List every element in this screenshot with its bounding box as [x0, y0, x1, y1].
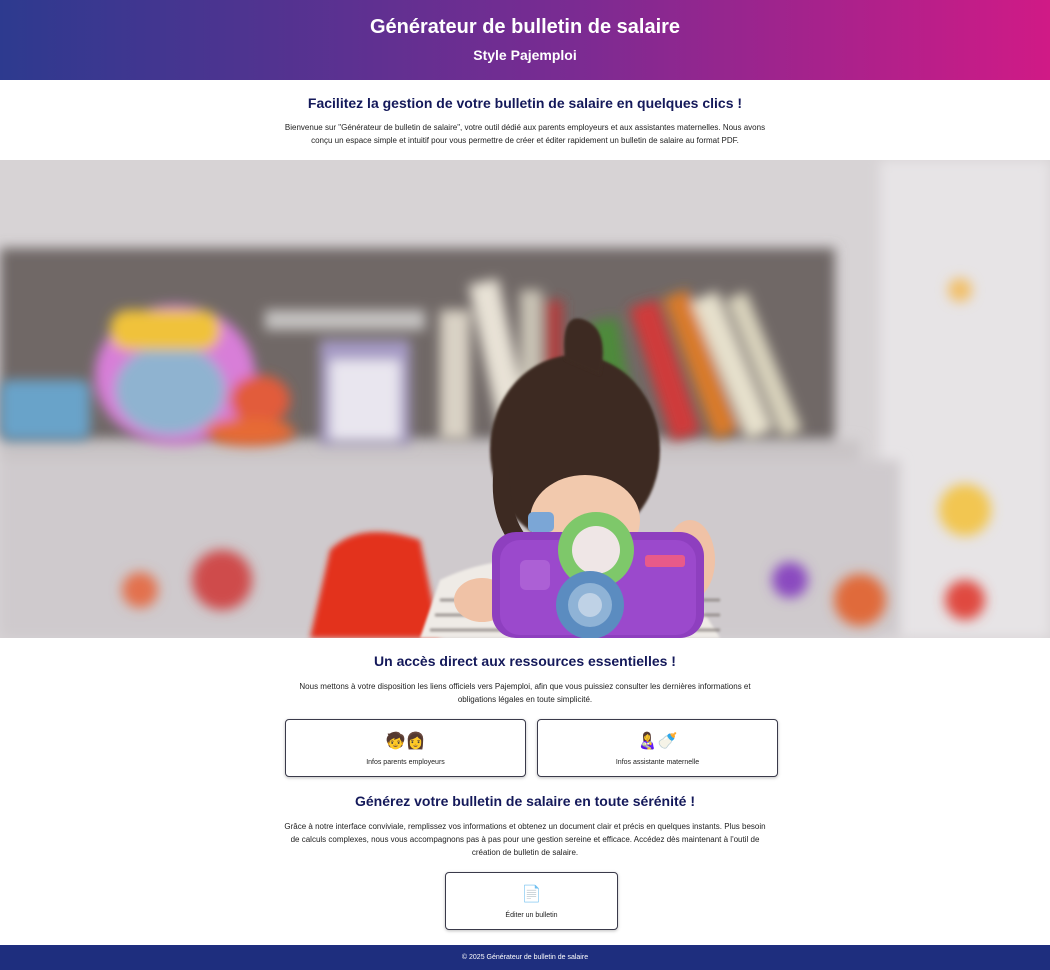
generate-text: Grâce à notre interface conviviale, remp… [284, 822, 766, 857]
childminder-icon: 👩‍🍼🍼 [637, 733, 678, 750]
generate-title: Générez votre bulletin de salaire en tou… [355, 793, 695, 809]
resources-title: Un accès direct aux ressources essentiel… [374, 653, 676, 669]
resources-text: Nous mettons à votre disposition les lie… [299, 682, 751, 704]
site-subtitle: Style Pajemploi [473, 47, 577, 63]
childminder-label: Infos assistante maternelle [615, 759, 700, 766]
intro-title: Facilitez la gestion de votre bulletin d… [307, 95, 743, 111]
site-footer: © 2025 Générateur de bulletin de salaire [0, 945, 1050, 970]
edit-bulletin-label: Éditer un bulletin [505, 912, 558, 919]
parents-employers-label: Infos parents employeurs [366, 759, 445, 766]
site-title: Générateur de bulletin de salaire [369, 16, 681, 38]
childminder-card[interactable]: 👩‍🍼🍼 Infos assistante maternelle [537, 719, 778, 777]
site-header: Générateur de bulletin de salaire Style … [0, 0, 1050, 80]
intro-text: Bienvenue sur "Générateur de bulletin de… [284, 123, 766, 145]
footer-copyright: © 2025 Générateur de bulletin de salaire [461, 954, 589, 961]
hero-image [0, 160, 1050, 638]
edit-bulletin-button[interactable]: 📄 Éditer un bulletin [445, 872, 618, 930]
parents-icon: 🧒👩 [385, 733, 426, 750]
document-icon: 📄 [521, 886, 542, 903]
parents-employers-card[interactable]: 🧒👩 Infos parents employeurs [285, 719, 526, 777]
